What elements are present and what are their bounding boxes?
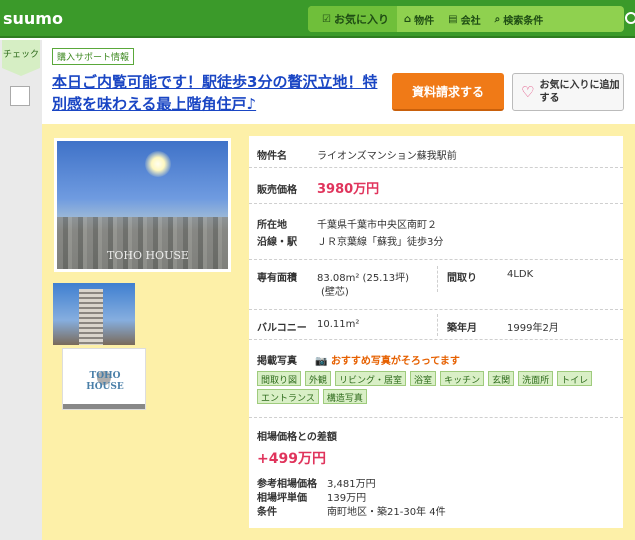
nav-companies[interactable]: ▤ 会社 [441, 6, 487, 32]
video-logo: TOHO HOUSE [86, 371, 124, 392]
photo-tag[interactable]: 外観 [305, 371, 332, 386]
property-name: ライオンズマンション蘇我駅前 [317, 151, 457, 162]
row-balcony: バルコニー 10.11m² 築年月 1999年2月 [249, 310, 623, 340]
photo-tags: 間取り図 外観 リビング・居室 浴室 キッチン 玄関 洗面所 トイレ エントラン… [257, 371, 617, 404]
row-name: 物件名 ライオンズマンション蘇我駅前 [249, 136, 623, 168]
suumo-logo[interactable]: suumo [3, 9, 63, 28]
price-difference: +499万円 [257, 451, 326, 467]
listing-title-link[interactable]: 本日ご内覧可能です！駅徒歩3分の贅沢立地！特別感を味わえる最上階角住戸♪ [52, 71, 382, 115]
market-section: 相場価格との差額 +499万円 参考相場価格 3,481万円 相場坪単価 139… [257, 432, 446, 518]
nav-properties[interactable]: ⌂ 物件 [397, 6, 441, 32]
thumbnail-exterior[interactable] [53, 283, 135, 345]
divider [437, 266, 438, 292]
floor-plan: 4LDK [507, 269, 534, 280]
camera-icon: 📷 [315, 356, 328, 367]
row-area: 専有面積 83.08m² (25.13坪) (壁芯) 間取り 4LDK [249, 260, 623, 310]
request-info-button[interactable]: 資料請求する [392, 73, 504, 111]
nav-favorites[interactable]: ☑ お気に入り [308, 6, 397, 32]
photo-watermark: TOHO HOUSE [107, 249, 189, 262]
row-location: 所在地 千葉県千葉市中央区南町２ 沿線・駅 ＪＲ京葉線「蘇我」徒歩3分 [249, 204, 623, 260]
check-column [0, 40, 42, 540]
market-conditions: 南町地区・築21-30年 4件 [327, 507, 446, 518]
floor-area-note: (壁芯) [321, 287, 349, 298]
sale-price: 3980万円 [317, 182, 380, 197]
address: 千葉県千葉市中央区南町２ [317, 220, 437, 231]
photo-tag[interactable]: リビング・居室 [335, 371, 407, 386]
home-icon: ⌂ [403, 13, 412, 25]
history-icon[interactable] [625, 12, 635, 24]
support-badge: 購入サポート情報 [52, 48, 135, 65]
header-bar: suumo ☑ お気に入り ⌂ 物件 ▤ 会社 ⌕ 検索条件 [0, 0, 635, 38]
divider [437, 314, 438, 336]
property-details: 物件名 ライオンズマンション蘇我駅前 販売価格 3980万円 所在地 千葉県千葉… [249, 136, 623, 528]
photo-tag[interactable]: トイレ [557, 371, 593, 386]
photo-tag[interactable]: 洗面所 [518, 371, 554, 386]
sun-glare [145, 151, 171, 177]
built-date: 1999年2月 [507, 323, 559, 334]
photo-tag[interactable]: 構造写真 [322, 389, 367, 404]
photo-tag[interactable]: 玄関 [488, 371, 515, 386]
video-progress-bar [63, 404, 145, 409]
photo-tag[interactable]: キッチン [440, 371, 485, 386]
photos-note: 📷 おすすめ写真がそろってます [315, 356, 460, 367]
photo-tag[interactable]: 間取り図 [257, 371, 302, 386]
main-photo[interactable]: TOHO HOUSE [54, 138, 231, 272]
reference-unit-price: 139万円 [327, 493, 367, 504]
header-nav: ☑ お気に入り ⌂ 物件 ▤ 会社 ⌕ 検索条件 [308, 6, 624, 32]
checkbox-icon: ☑ [322, 13, 331, 25]
row-price: 販売価格 3980万円 [249, 168, 623, 204]
add-favorite-button[interactable]: ♡ お気に入りに追加する [512, 73, 624, 111]
nav-search-conditions[interactable]: ⌕ 検索条件 [488, 6, 551, 32]
floor-area: 83.08m² (25.13坪) [317, 273, 409, 284]
photo-tag[interactable]: エントランス [257, 389, 319, 404]
photo-tag[interactable]: 浴室 [410, 371, 437, 386]
reference-price: 3,481万円 [327, 479, 376, 490]
row-photos: 掲載写真 📷 おすすめ写真がそろってます 間取り図 外観 リビング・居室 浴室 … [249, 340, 623, 418]
thumbnail-video[interactable]: TOHO HOUSE [62, 348, 146, 410]
balcony-area: 10.11m² [317, 319, 360, 330]
building-image [79, 289, 103, 345]
search-icon: ⌕ [494, 13, 501, 25]
select-checkbox[interactable] [10, 86, 30, 106]
station-access: ＪＲ京葉線「蘇我」徒歩3分 [317, 237, 444, 248]
building-icon: ▤ [448, 13, 458, 25]
heart-icon: ♡ [521, 82, 535, 101]
check-tab: チェック [2, 40, 40, 76]
